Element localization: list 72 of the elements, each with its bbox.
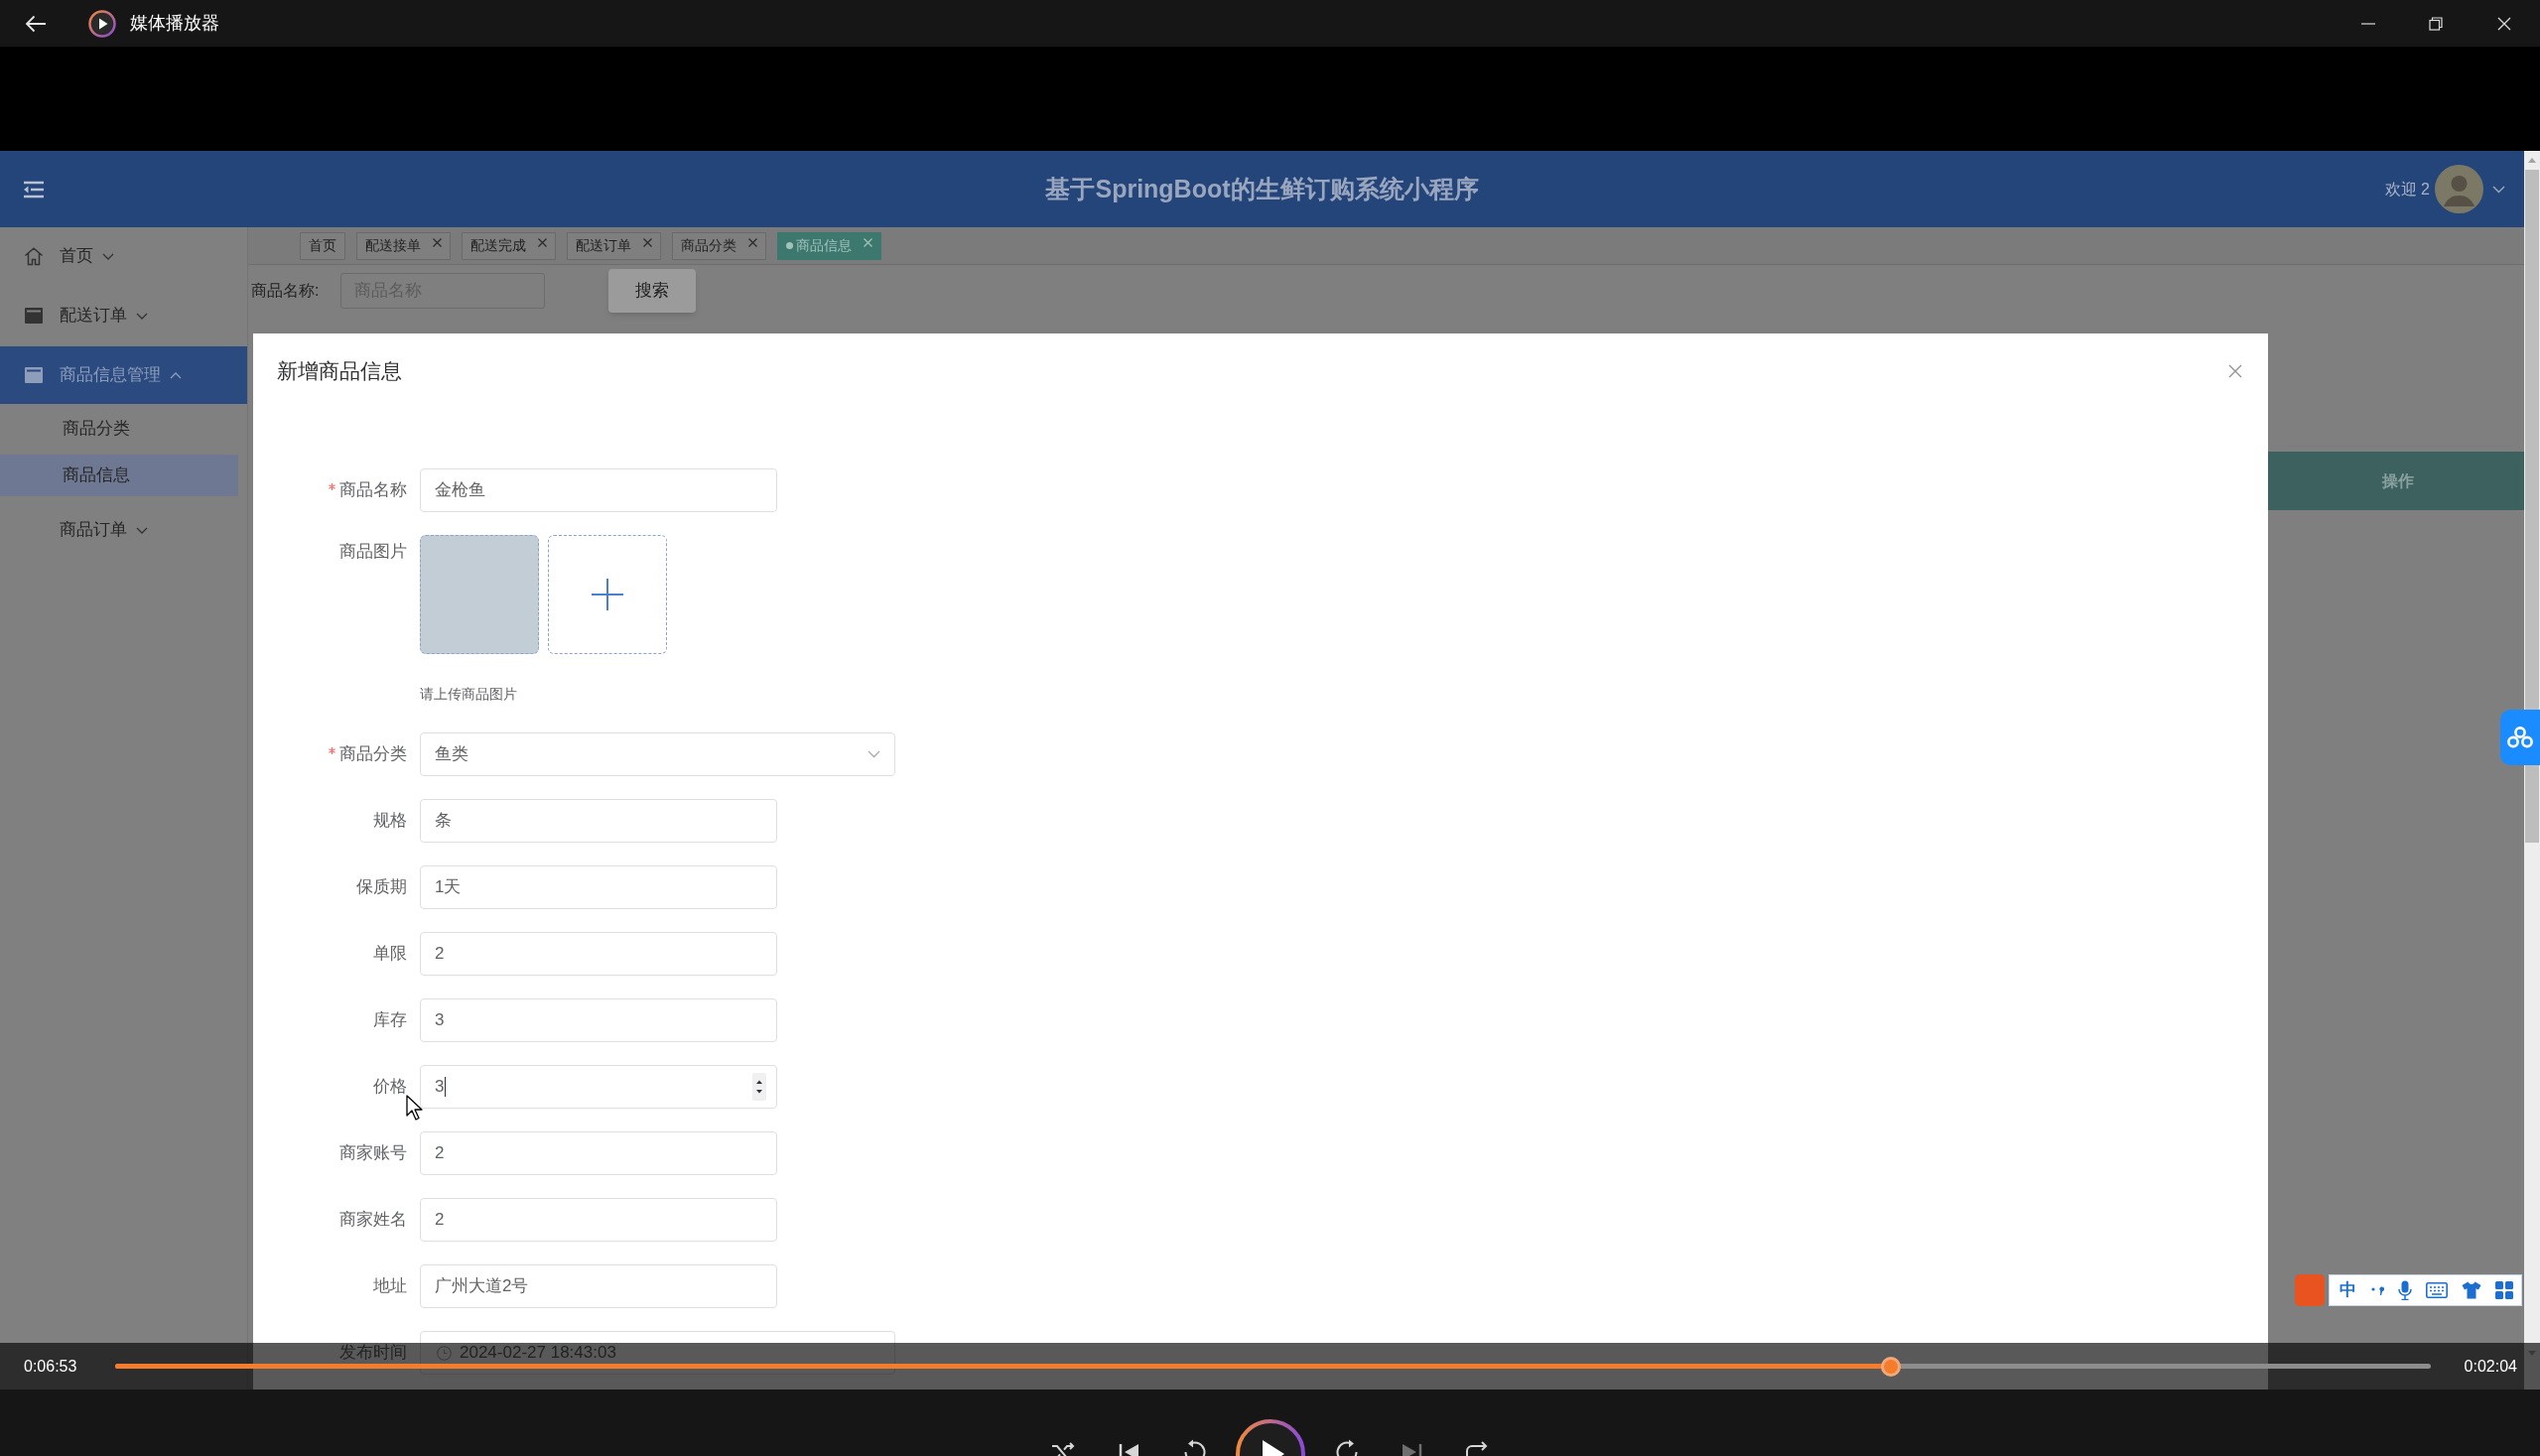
category-select[interactable]: 鱼类 bbox=[420, 732, 895, 776]
microphone-icon[interactable] bbox=[2398, 1280, 2412, 1300]
upload-hint: 请上传商品图片 bbox=[420, 685, 517, 704]
mouse-pointer-icon bbox=[406, 1095, 423, 1121]
field-label: 商品名称 bbox=[339, 480, 407, 500]
field-label: 地址 bbox=[373, 1276, 407, 1296]
sidebar-item[interactable]: 商品信息管理 bbox=[0, 346, 247, 404]
text-input[interactable]: 广州大道2号 bbox=[420, 1264, 777, 1308]
tab[interactable]: 商品信息 bbox=[777, 231, 881, 260]
sidebar-subitem[interactable]: 商品分类 bbox=[0, 408, 238, 450]
back-arrow-icon[interactable] bbox=[25, 14, 47, 33]
restore-icon[interactable] bbox=[2429, 16, 2443, 31]
column-header: 操作 bbox=[2381, 470, 2414, 491]
field-label: 价格 bbox=[373, 1077, 407, 1097]
field-label: 规格 bbox=[373, 811, 407, 831]
text-input[interactable]: 2 bbox=[420, 1131, 777, 1175]
elapsed-time: 0:06:53 bbox=[24, 1356, 78, 1377]
punctuation-icon[interactable] bbox=[2370, 1283, 2384, 1297]
input-mode-toggle[interactable]: 中 bbox=[2339, 1277, 2356, 1303]
clock-icon bbox=[437, 1345, 452, 1361]
search-label: 商品名称: bbox=[251, 281, 320, 301]
tab[interactable]: 配送订单 bbox=[567, 231, 661, 260]
tab[interactable]: 首页 bbox=[300, 231, 345, 260]
sidebar-item[interactable]: 商品订单 bbox=[0, 501, 247, 559]
welcome-text: 欢迎 2 bbox=[2384, 179, 2430, 199]
spinner-arrows-icon[interactable] bbox=[752, 1073, 766, 1101]
sidebar-item[interactable]: 配送订单 bbox=[0, 287, 247, 344]
media-player-logo-icon bbox=[88, 9, 116, 38]
play-icon[interactable] bbox=[1234, 1417, 1306, 1456]
text-input[interactable]: 条 bbox=[420, 799, 777, 843]
number-input[interactable]: 3 bbox=[420, 1065, 777, 1109]
tab[interactable]: 配送完成 bbox=[462, 231, 556, 260]
field-label: 保质期 bbox=[356, 877, 407, 897]
text-input[interactable]: 1天 bbox=[420, 865, 777, 909]
shirt-icon[interactable] bbox=[2462, 1281, 2481, 1299]
chevron-down-icon bbox=[868, 750, 880, 758]
keyboard-icon[interactable] bbox=[2426, 1282, 2448, 1298]
field-label: 发布时间 bbox=[339, 1343, 407, 1363]
field-label: 库存 bbox=[373, 1010, 407, 1030]
panel-icon bbox=[24, 307, 44, 325]
text-input[interactable]: 金枪鱼 bbox=[420, 468, 777, 512]
field-label: 商品图片 bbox=[339, 542, 407, 562]
sidebar-subitem[interactable]: 商品信息 bbox=[0, 455, 238, 496]
scrollbar-thumb[interactable] bbox=[2525, 170, 2539, 843]
scrollbar[interactable] bbox=[2524, 151, 2540, 1390]
plus-icon bbox=[592, 579, 623, 610]
app-title: 基于SpringBoot的生鲜订购系统小程序 bbox=[1045, 173, 1479, 204]
field-label: 商品分类 bbox=[339, 744, 407, 764]
text-input[interactable]: 3 bbox=[420, 998, 777, 1042]
field-label: 单限 bbox=[373, 944, 407, 964]
panel-icon bbox=[24, 366, 44, 384]
tab[interactable]: 配送接单 bbox=[356, 231, 451, 260]
tab[interactable]: 商品分类 bbox=[672, 231, 766, 260]
text-input[interactable]: 2 bbox=[420, 1198, 777, 1242]
linked-circles-icon bbox=[2507, 727, 2533, 748]
dialog-title: 新增商品信息 bbox=[277, 359, 402, 383]
window-title: 媒体播放器 bbox=[130, 12, 219, 35]
search-button[interactable]: 搜索 bbox=[608, 269, 697, 313]
cloud-drive-button[interactable] bbox=[2500, 710, 2540, 765]
grid-icon[interactable] bbox=[2495, 1281, 2513, 1299]
sidebar-item[interactable]: 首页 bbox=[0, 227, 247, 285]
datetime-input[interactable]: 2024-02-27 18:43:03 bbox=[420, 1331, 895, 1375]
upload-button[interactable] bbox=[548, 535, 667, 654]
chevron-down-icon[interactable] bbox=[2492, 185, 2505, 194]
field-label: 商家账号 bbox=[339, 1143, 407, 1163]
input-method-logo-icon[interactable] bbox=[2295, 1274, 2325, 1306]
minimize-icon[interactable] bbox=[2361, 22, 2375, 25]
remaining-time: 0:02:04 bbox=[2464, 1356, 2517, 1377]
home-icon bbox=[24, 246, 44, 266]
text-input[interactable]: 2 bbox=[420, 932, 777, 976]
field-label: 商家姓名 bbox=[339, 1210, 407, 1230]
menu-icon[interactable] bbox=[23, 180, 45, 199]
